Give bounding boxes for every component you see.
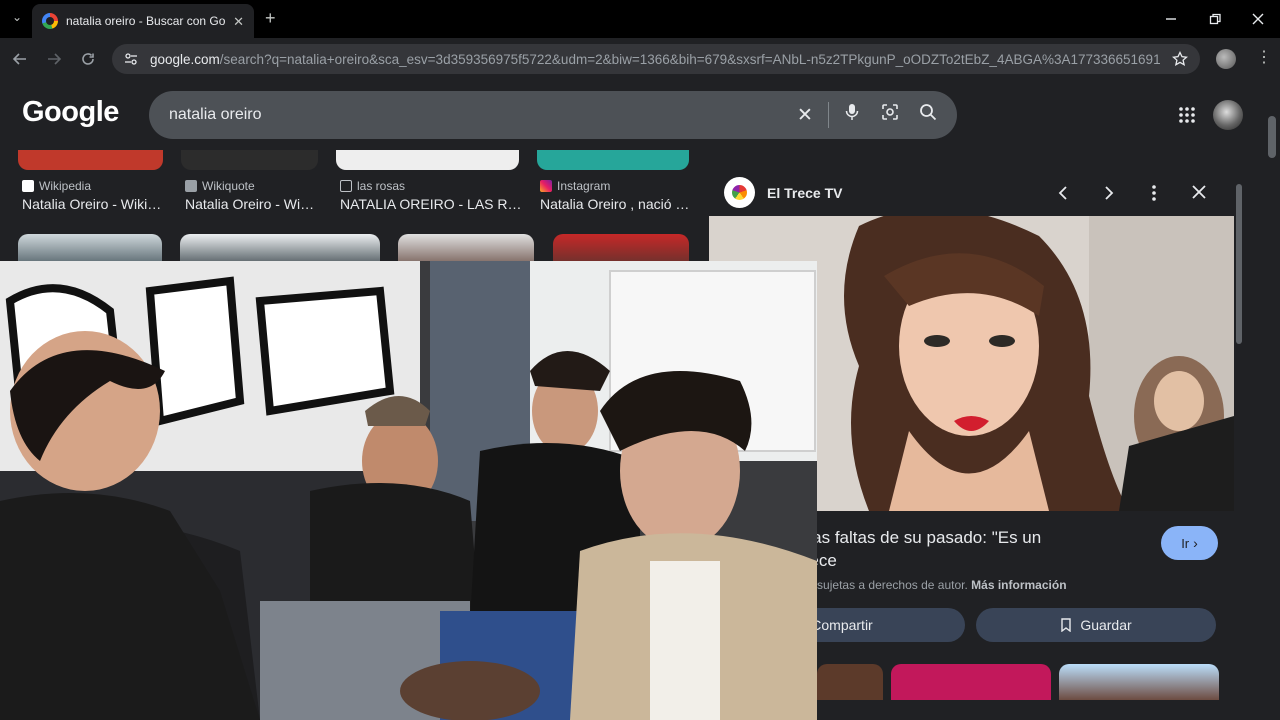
chevron-right-icon: › [1193, 535, 1198, 551]
result-source-label: Wikiquote [202, 179, 255, 193]
close-window-icon[interactable] [1251, 12, 1265, 26]
address-bar[interactable]: google.com/search?q=natalia+oreiro&sca_e… [112, 44, 1200, 74]
result-title-3[interactable]: NATALIA OREIRO - LAS R… [340, 196, 522, 212]
eltrece-logo-icon[interactable] [724, 177, 755, 208]
voice-search-icon[interactable] [833, 103, 871, 127]
forward-arrow-icon[interactable] [46, 51, 62, 67]
close-preview-icon[interactable] [1192, 185, 1206, 199]
wikiquote-favicon-icon [185, 180, 197, 192]
instagram-favicon-icon [540, 180, 552, 192]
clear-search-icon[interactable]: ✕ [786, 104, 824, 127]
result-source-3[interactable]: las rosas [340, 179, 405, 193]
result-thumb-1[interactable] [18, 150, 163, 170]
reload-icon[interactable] [80, 51, 96, 67]
previous-image-icon[interactable] [1057, 185, 1069, 201]
profile-avatar[interactable] [1216, 49, 1236, 69]
preview-header: El Trece TV [709, 170, 1234, 216]
save-button[interactable]: Guardar [976, 608, 1216, 642]
apps-grid-icon[interactable] [1179, 107, 1195, 123]
bookmark-star-icon[interactable] [1172, 51, 1188, 67]
next-image-icon[interactable] [1103, 185, 1115, 201]
related-thumb-1[interactable] [817, 664, 883, 700]
page-scrollbar[interactable] [1268, 116, 1276, 158]
result-source-label: las rosas [357, 179, 406, 193]
result-source-label: Wikipedia [39, 179, 92, 193]
result-source-4[interactable]: Instagram [540, 179, 610, 193]
google-logo[interactable]: Google [22, 96, 119, 129]
visit-label: Ir [1181, 535, 1190, 551]
tab-title: natalia oreiro - Buscar con Goo [66, 14, 226, 28]
active-tab[interactable]: natalia oreiro - Buscar con Goo ✕ [32, 4, 254, 38]
panel-scrollbar[interactable] [1236, 184, 1242, 344]
lens-search-icon[interactable] [871, 103, 909, 127]
webcam-overlay [0, 261, 817, 720]
tab-strip: ⌄ natalia oreiro - Buscar con Goo ✕ + [0, 0, 1280, 38]
result-source-1[interactable]: Wikipedia [22, 179, 91, 193]
more-options-icon[interactable] [1152, 184, 1156, 202]
url-text: google.com/search?q=natalia+oreiro&sca_e… [150, 52, 1160, 67]
related-thumb-3[interactable] [1059, 664, 1219, 700]
lasrosas-favicon-icon [340, 180, 352, 192]
browser-menu-icon[interactable]: ⋮ [1256, 50, 1272, 66]
result-source-2[interactable]: Wikiquote [185, 179, 255, 193]
google-favicon-icon [42, 13, 58, 29]
tab-search-chevron-icon[interactable]: ⌄ [12, 11, 22, 23]
search-icon[interactable] [909, 103, 947, 127]
minimize-icon[interactable] [1164, 12, 1178, 26]
result-title-4[interactable]: Natalia Oreiro , nació … [540, 196, 689, 212]
account-avatar[interactable] [1213, 100, 1243, 130]
result-thumb-4[interactable] [537, 150, 689, 170]
restore-icon[interactable] [1208, 12, 1222, 26]
result-title-2[interactable]: Natalia Oreiro - Wi… [185, 196, 314, 212]
share-label: Compartir [811, 617, 873, 633]
result-thumb-2[interactable] [181, 150, 318, 170]
url-host: google.com [150, 51, 220, 67]
save-label: Guardar [1080, 617, 1132, 633]
browser-toolbar: google.com/search?q=natalia+oreiro&sca_e… [0, 38, 1280, 80]
search-input[interactable]: natalia oreiro [169, 106, 786, 124]
google-header: Google natalia oreiro ✕ [0, 80, 1280, 144]
wikipedia-favicon-icon [22, 180, 34, 192]
related-thumb-2[interactable] [891, 664, 1051, 700]
preview-site-name[interactable]: El Trece TV [767, 185, 842, 201]
result-thumb-3[interactable] [336, 150, 519, 170]
close-tab-icon[interactable]: ✕ [233, 15, 244, 28]
back-arrow-icon[interactable] [12, 51, 28, 67]
more-info-link[interactable]: Más información [971, 578, 1066, 592]
site-info-icon[interactable] [124, 52, 138, 66]
visit-button[interactable]: Ir › [1161, 526, 1218, 560]
bookmark-icon [1061, 618, 1072, 632]
result-title-1[interactable]: Natalia Oreiro - Wiki… [22, 196, 161, 212]
search-divider [828, 102, 829, 128]
result-source-label: Instagram [557, 179, 611, 193]
search-box[interactable]: natalia oreiro ✕ [149, 91, 957, 139]
new-tab-icon[interactable]: + [265, 9, 276, 27]
url-path: /search?q=natalia+oreiro&sca_esv=3d35935… [219, 51, 1160, 67]
